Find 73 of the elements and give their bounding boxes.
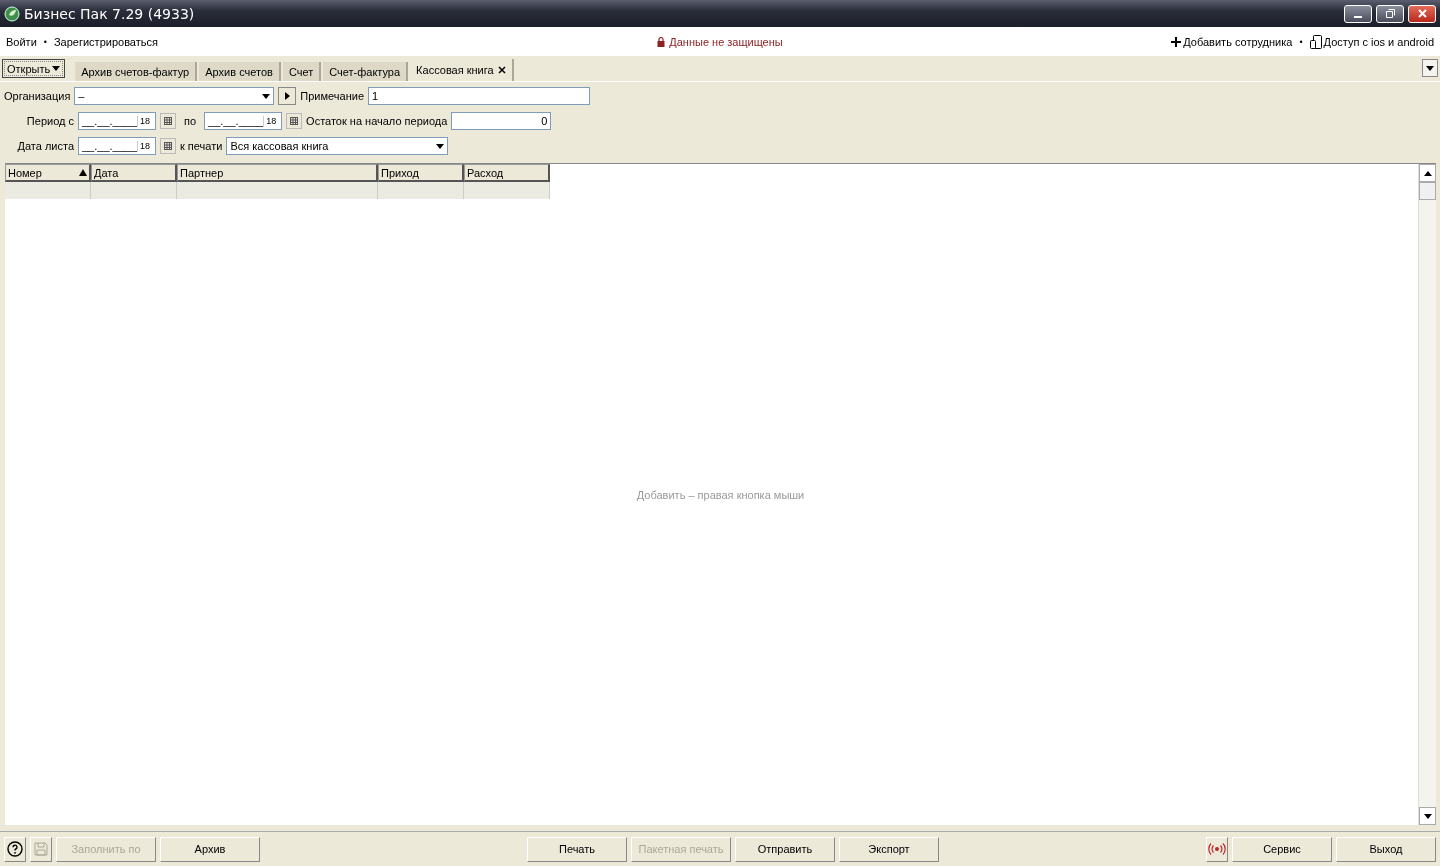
- column-header[interactable]: Партнер: [177, 164, 378, 182]
- broadcast-button[interactable]: [1206, 836, 1228, 862]
- separator-dot: •: [43, 36, 47, 47]
- broadcast-icon: [1208, 843, 1226, 855]
- field-label: по: [184, 115, 197, 127]
- date-field[interactable]: __.__.____ 18: [204, 112, 283, 130]
- calendar-button[interactable]: [160, 138, 176, 154]
- security-status: Данные не защищены: [669, 35, 783, 48]
- column-header[interactable]: Номер: [5, 164, 91, 182]
- column-header[interactable]: Дата: [91, 164, 177, 182]
- top-link[interactable]: Доступ с ios и android: [1323, 35, 1434, 48]
- toolbar-button[interactable]: Архив: [160, 836, 260, 862]
- column-header[interactable]: Приход: [378, 164, 464, 182]
- field-label: Дата листа: [16, 140, 74, 152]
- field-label: Организация: [4, 90, 71, 102]
- lock-icon: [657, 36, 666, 47]
- calendar-button[interactable]: [286, 113, 303, 129]
- note-field[interactable]: 1: [368, 87, 590, 105]
- sort-icon: [79, 169, 87, 176]
- scroll-up-icon: [1423, 170, 1432, 176]
- play-icon: [284, 92, 290, 100]
- top-link[interactable]: Добавить сотрудника: [1183, 35, 1293, 48]
- field-label: Остаток на начало периода: [306, 115, 448, 127]
- app-logo-icon: [4, 5, 20, 22]
- floppy-icon: [34, 842, 48, 856]
- top-link[interactable]: Зарегистрироваться: [53, 35, 158, 48]
- field-label: к печати: [180, 140, 223, 152]
- organization-select[interactable]: –: [74, 87, 275, 105]
- tab[interactable]: Архив счетов-фактур: [75, 62, 198, 81]
- print-select[interactable]: Вся кассовая книга: [226, 137, 449, 155]
- toolbar-button[interactable]: Отправить: [735, 836, 835, 862]
- balance-field[interactable]: 0: [451, 112, 552, 130]
- help-icon: [7, 841, 23, 857]
- dropdown-icon: [1426, 65, 1434, 71]
- open-button[interactable]: [278, 87, 297, 105]
- phone-icon: [1309, 34, 1322, 49]
- close-button[interactable]: [1408, 4, 1436, 23]
- minimize-icon: [1354, 15, 1362, 18]
- restore-button[interactable]: [1376, 4, 1404, 23]
- tab[interactable]: Архив счетов: [199, 62, 281, 81]
- close-icon: [1417, 9, 1427, 18]
- top-link[interactable]: Войти: [6, 35, 37, 48]
- calendar-icon: [164, 142, 172, 150]
- field-label: Период с: [25, 115, 74, 127]
- scroll-down-icon: [1423, 813, 1432, 819]
- caret-icon: [262, 93, 271, 99]
- empty-hint: Добавить – правая кнопка мыши: [636, 488, 805, 501]
- field-label: Примечание: [300, 90, 364, 102]
- tab[interactable]: Счет: [282, 62, 322, 81]
- restore-icon: [1385, 9, 1395, 18]
- window-title: Бизнес Пак 7.29 (4933): [24, 5, 196, 22]
- toolbar-button[interactable]: Экспорт: [839, 836, 939, 862]
- toolbar-button[interactable]: Печать: [527, 836, 627, 862]
- separator-dot: •: [1299, 36, 1303, 47]
- calendar-icon: [164, 117, 172, 125]
- help-button[interactable]: [4, 836, 26, 862]
- calendar-icon: [290, 117, 299, 125]
- minimize-button[interactable]: [1344, 4, 1372, 23]
- close-tab-icon[interactable]: [497, 66, 506, 74]
- date-field[interactable]: __.__.____ 18: [78, 137, 156, 155]
- calendar-button[interactable]: [160, 113, 176, 129]
- date-field[interactable]: __.__.____ 18: [78, 112, 156, 130]
- tab[interactable]: Счет-фактура: [323, 62, 409, 81]
- plus-icon: [1171, 36, 1182, 47]
- open-menu-button[interactable]: Открыть: [2, 59, 66, 78]
- tab-list-button[interactable]: [1422, 59, 1438, 77]
- toolbar-button[interactable]: Сервис: [1232, 836, 1332, 862]
- caret-icon: [436, 143, 445, 149]
- column-header[interactable]: Расход: [464, 164, 550, 182]
- caret-icon: [52, 66, 61, 71]
- scroll-thumb[interactable]: [1419, 182, 1436, 200]
- toolbar-button[interactable]: Выход: [1336, 836, 1436, 862]
- scrollbar[interactable]: [1418, 164, 1436, 825]
